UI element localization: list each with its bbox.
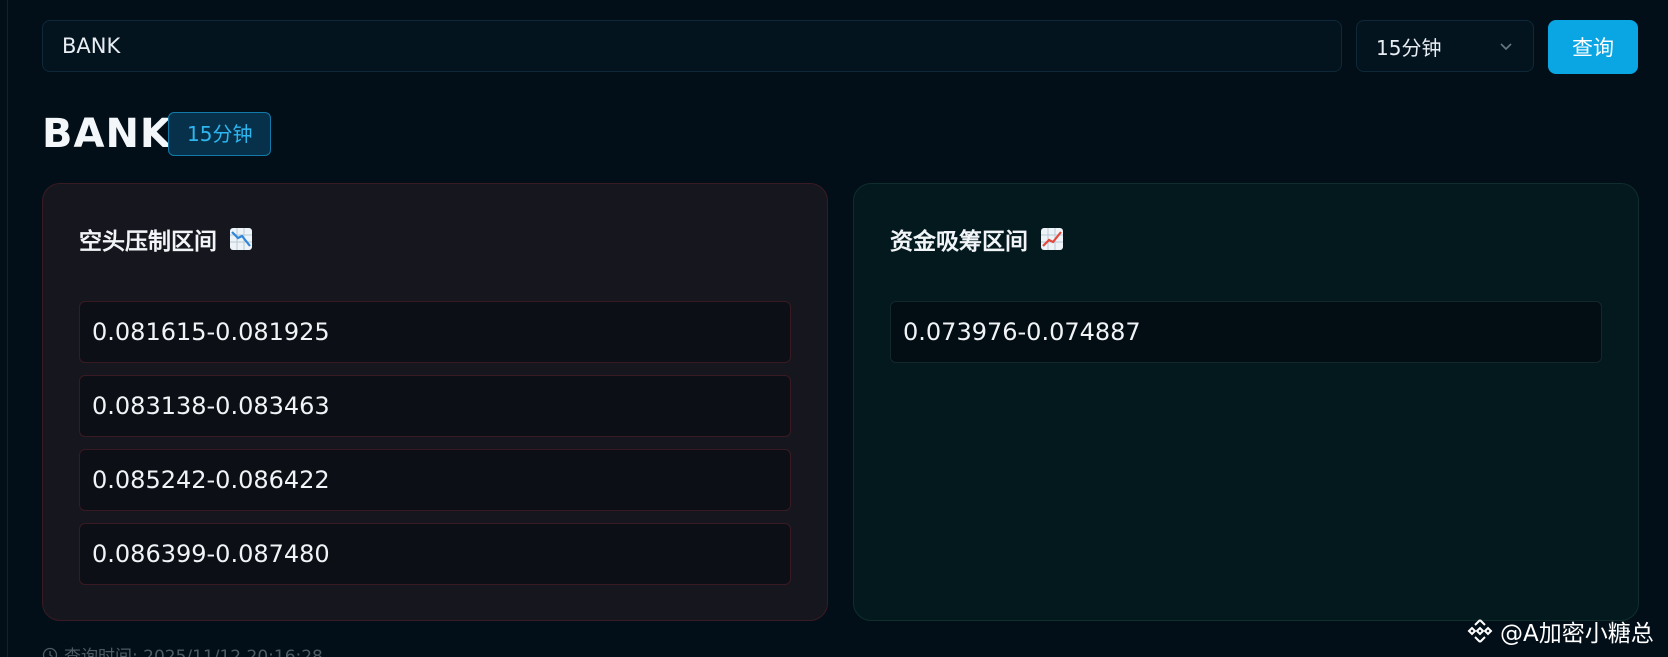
accumulation-title-text: 资金吸筹区间 xyxy=(890,229,1028,255)
interval-badge: 15分钟 xyxy=(168,112,272,156)
short-range-row: 0.083138-0.083463 xyxy=(79,375,791,437)
accumulation-range-row: 0.073976-0.074887 xyxy=(890,301,1602,363)
accumulation-panel: 资金吸筹区间 0.073976-0.074887 xyxy=(853,183,1639,621)
short-pressure-panel-title: 空头压制区间 xyxy=(79,222,253,256)
query-time-text: 查询时间: 2025/11/12 20:16:28 xyxy=(64,647,323,657)
short-range-row: 0.086399-0.087480 xyxy=(79,523,791,585)
left-divider xyxy=(7,0,8,657)
page: 15分钟 查询 BANK 15分钟 空头压制区间 0.081615-0.0819… xyxy=(0,0,1668,657)
chart-decreasing-icon xyxy=(230,228,252,250)
short-range-row: 0.081615-0.081925 xyxy=(79,301,791,363)
short-range-row: 0.085242-0.086422 xyxy=(79,449,791,511)
interval-select-value: 15分钟 xyxy=(1376,35,1442,60)
query-button[interactable]: 查询 xyxy=(1548,20,1638,74)
watermark-text: @A加密小糖总 xyxy=(1500,621,1654,647)
short-range-list: 0.081615-0.081925 0.083138-0.083463 0.08… xyxy=(79,301,791,597)
short-pressure-panel: 空头压制区间 0.081615-0.081925 0.083138-0.0834… xyxy=(42,183,828,621)
chevron-down-icon xyxy=(1500,43,1512,51)
accumulation-panel-title: 资金吸筹区间 xyxy=(890,222,1064,256)
interval-select[interactable]: 15分钟 xyxy=(1356,20,1534,72)
binance-icon xyxy=(1467,619,1493,643)
chart-increasing-icon xyxy=(1041,228,1063,250)
clock-icon xyxy=(42,647,58,657)
query-time: 查询时间: 2025/11/12 20:16:28 xyxy=(42,642,323,657)
accumulation-range-list: 0.073976-0.074887 xyxy=(890,301,1602,375)
symbol-title: BANK xyxy=(42,111,172,157)
symbol-search-input[interactable] xyxy=(42,20,1342,72)
watermark: @A加密小糖总 xyxy=(1466,614,1654,648)
short-pressure-title-text: 空头压制区间 xyxy=(79,229,217,255)
